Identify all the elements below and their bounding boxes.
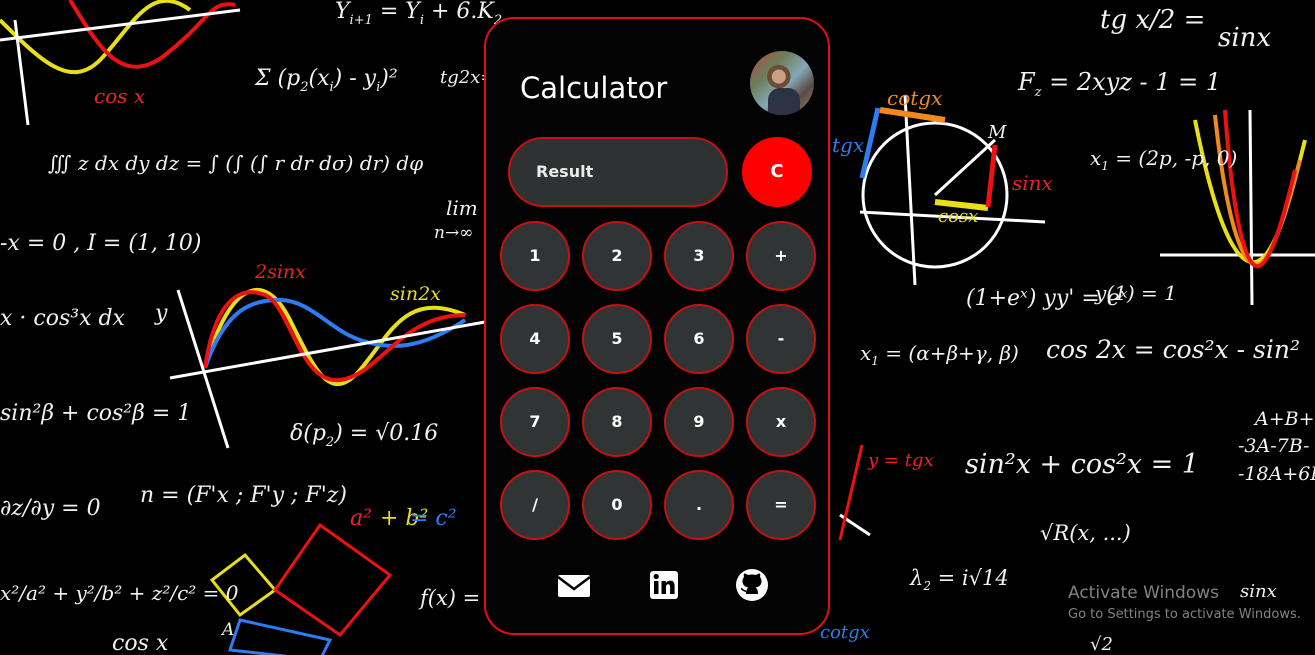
- svg-text:lim: lim: [446, 196, 478, 220]
- calculator-title: Calculator: [520, 71, 668, 105]
- svg-text:∂z/∂y = 0: ∂z/∂y = 0: [0, 496, 101, 521]
- key-2-button[interactable]: 2: [582, 221, 652, 291]
- activation-watermark: Activate Windows Go to Settings to activ…: [1068, 583, 1301, 622]
- svg-text:sin²β + cos²β = 1: sin²β + cos²β = 1: [0, 401, 191, 426]
- svg-text:A+B+C: A+B+C: [1253, 408, 1315, 430]
- svg-text:√2: √2: [1090, 634, 1113, 655]
- svg-text:-18A+6B: -18A+6B: [1238, 463, 1315, 485]
- key-7-button[interactable]: 7: [500, 387, 570, 457]
- svg-text:cosx: cosx: [938, 206, 978, 227]
- svg-text:sinx: sinx: [1218, 23, 1271, 53]
- svg-text:cotgx: cotgx: [887, 86, 942, 110]
- svg-text:-x = 0 , I = (1, 10): -x = 0 , I = (1, 10): [0, 231, 202, 256]
- svg-text:x · cos³x dx: x · cos³x dx: [0, 306, 126, 331]
- svg-text:y(1) = 1: y(1) = 1: [1094, 281, 1177, 305]
- add-button[interactable]: +: [746, 221, 816, 291]
- svg-text:y = tgx: y = tgx: [867, 450, 934, 471]
- github-icon[interactable]: [734, 567, 770, 603]
- avatar: [750, 51, 814, 115]
- key-5-button[interactable]: 5: [582, 304, 652, 374]
- svg-text:∭ z dx dy dz = ∫ (∫ (∫ r dr dσ: ∭ z dx dy dz = ∫ (∫ (∫ r dr dσ) dr) dφ: [48, 151, 423, 175]
- svg-text:cos x: cos x: [94, 84, 145, 108]
- key-3-button[interactable]: 3: [664, 221, 734, 291]
- svg-text:a²: a²: [350, 506, 372, 531]
- svg-text:M: M: [987, 122, 1007, 143]
- svg-text:A: A: [220, 620, 234, 640]
- svg-text:Fz = 2xyz - 1 = 1: Fz = 2xyz - 1 = 1: [1017, 68, 1221, 100]
- svg-text:-3A-7B-: -3A-7B-: [1238, 435, 1309, 457]
- divide-button[interactable]: /: [500, 470, 570, 540]
- svg-text:y: y: [154, 301, 168, 326]
- linkedin-icon[interactable]: [646, 567, 682, 603]
- equals-button[interactable]: =: [746, 470, 816, 540]
- multiply-button[interactable]: x: [746, 387, 816, 457]
- key-4-button[interactable]: 4: [500, 304, 570, 374]
- svg-text:cos x: cos x: [112, 631, 169, 655]
- clear-button[interactable]: C: [742, 137, 812, 207]
- watermark-subtitle: Go to Settings to activate Windows.: [1068, 607, 1301, 622]
- result-display: Result: [508, 137, 728, 207]
- svg-text:x1 = (α+β+γ, β): x1 = (α+β+γ, β): [860, 341, 1019, 368]
- svg-text:x²/a² + y²/b² + z²/c² = 0: x²/a² + y²/b² + z²/c² = 0: [0, 581, 239, 605]
- svg-text:tg x/2 =: tg x/2 =: [1100, 5, 1205, 35]
- watermark-title: Activate Windows: [1068, 583, 1219, 603]
- key-6-button[interactable]: 6: [664, 304, 734, 374]
- svg-text:= c²: = c²: [410, 506, 457, 531]
- svg-text:sin²x + cos²x = 1: sin²x + cos²x = 1: [965, 449, 1199, 480]
- svg-text:x1 = (2p, -p, 0): x1 = (2p, -p, 0): [1090, 146, 1237, 173]
- svg-text:√R(x, ...): √R(x, ...): [1040, 521, 1131, 545]
- calculator-panel: Calculator Result C 1 2 3 + 4 5 6 - 7 8 …: [484, 17, 830, 635]
- svg-text:2sinx: 2sinx: [254, 261, 306, 283]
- key-8-button[interactable]: 8: [582, 387, 652, 457]
- svg-text:n = (F'x ; F'y ; F'z): n = (F'x ; F'y ; F'z): [140, 483, 347, 508]
- key-9-button[interactable]: 9: [664, 387, 734, 457]
- svg-text:n→∞: n→∞: [434, 223, 473, 243]
- svg-text:f(x) =: f(x) =: [418, 586, 480, 610]
- svg-text:sin2x: sin2x: [390, 283, 441, 305]
- mail-icon[interactable]: [556, 567, 592, 603]
- key-0-button[interactable]: 0: [582, 470, 652, 540]
- decimal-button[interactable]: .: [664, 470, 734, 540]
- svg-text:cotgx: cotgx: [820, 622, 870, 643]
- subtract-button[interactable]: -: [746, 304, 816, 374]
- svg-text:tgx: tgx: [832, 133, 864, 157]
- svg-text:sinx: sinx: [1012, 171, 1053, 195]
- key-1-button[interactable]: 1: [500, 221, 570, 291]
- desktop-stage: Yi+1 = Yi + 6.K2 tg x/2 = sinx Fz = 2xyz…: [0, 0, 1315, 655]
- svg-text:cos 2x = cos²x - sin²: cos 2x = cos²x - sin²: [1046, 335, 1300, 364]
- svg-text:δ(p2) = √0.16: δ(p2) = √0.16: [290, 421, 438, 450]
